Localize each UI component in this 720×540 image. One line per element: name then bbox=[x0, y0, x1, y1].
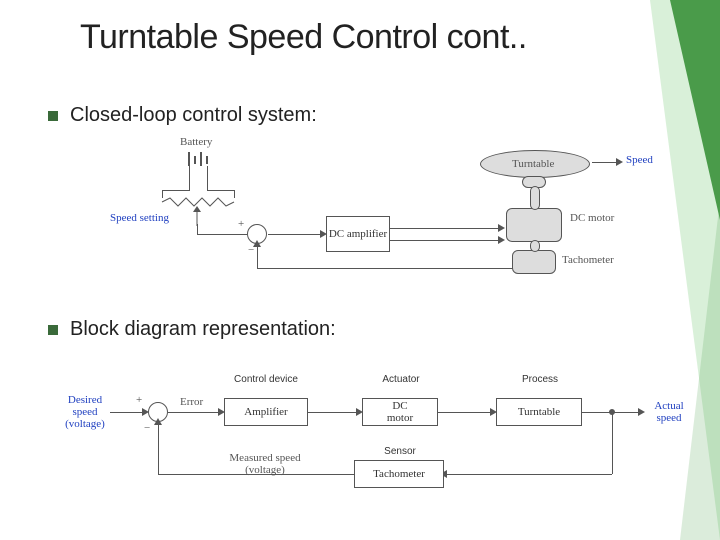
tachometer-box: Tachometer bbox=[354, 460, 444, 488]
speed-output-label: Speed bbox=[626, 154, 653, 166]
closed-loop-diagram: Battery Speed setting + − DC amplifier T… bbox=[100, 150, 640, 310]
dc-motor-box: DC motor bbox=[362, 398, 438, 426]
battery-label: Battery bbox=[180, 136, 212, 148]
bullet-text: Closed-loop control system: bbox=[70, 104, 317, 127]
measured-speed-label: Measured speed (voltage) bbox=[210, 452, 320, 476]
tachometer-block bbox=[512, 250, 556, 274]
error-label: Error bbox=[180, 396, 203, 408]
bullet-text: Block diagram representation: bbox=[70, 318, 336, 341]
actuator-label: Actuator bbox=[366, 374, 436, 385]
bullet-block-diagram: Block diagram representation: bbox=[48, 318, 336, 341]
bullet-icon bbox=[48, 325, 58, 335]
bullet-icon bbox=[48, 111, 58, 121]
plus-sign: + bbox=[238, 218, 244, 230]
amplifier-box: Amplifier bbox=[224, 398, 308, 426]
block-diagram: Desired speed (voltage) + − Error Contro… bbox=[60, 364, 680, 514]
dc-amplifier-box: DC amplifier bbox=[326, 216, 390, 252]
turntable-label: Turntable bbox=[512, 158, 554, 170]
page-title: Turntable Speed Control cont.. bbox=[80, 18, 527, 57]
tachometer-label: Tachometer bbox=[562, 254, 614, 266]
desired-speed-label: Desired speed (voltage) bbox=[60, 394, 110, 430]
turntable-box: Turntable bbox=[496, 398, 582, 426]
control-device-label: Control device bbox=[226, 374, 306, 385]
sensor-label: Sensor bbox=[360, 446, 440, 457]
dc-motor-label: DC motor bbox=[570, 212, 614, 224]
minus-sign: − bbox=[144, 422, 150, 434]
actual-speed-label: Actual speed bbox=[648, 400, 690, 424]
process-label: Process bbox=[500, 374, 580, 385]
bullet-closed-loop: Closed-loop control system: bbox=[48, 104, 317, 127]
plus-sign: + bbox=[136, 394, 142, 406]
speed-setting-label: Speed setting bbox=[110, 212, 169, 224]
dc-motor-block bbox=[506, 208, 562, 242]
